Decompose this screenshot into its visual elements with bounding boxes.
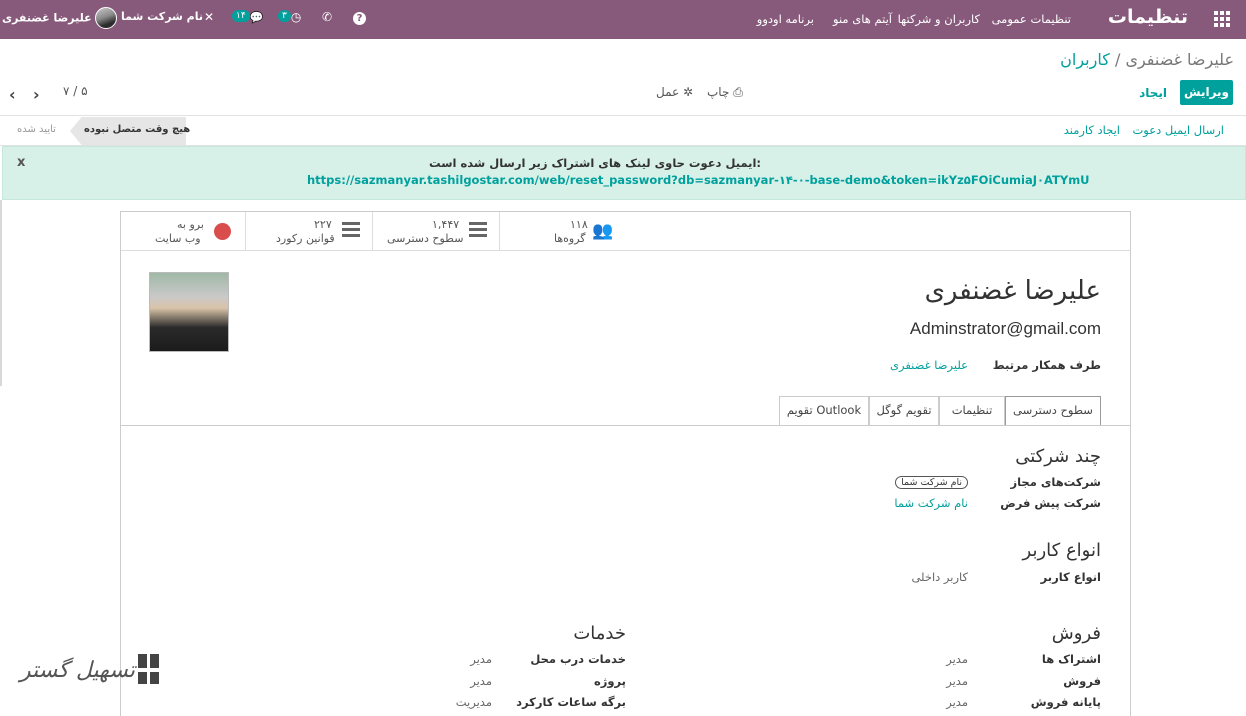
apps-menu-icon[interactable] (1214, 11, 1230, 27)
user-types-title: انواع کاربر (1022, 540, 1101, 561)
alert-title: ایمیل دعوت حاوی لینک های اشتراک زیر ارسا… (429, 156, 761, 170)
sales-value[interactable]: مدیر (946, 674, 968, 688)
menu-users-companies[interactable]: کاربران و شرکتها (898, 12, 980, 26)
project-value[interactable]: مدیر (470, 674, 492, 688)
sales-label: فروش (1063, 674, 1101, 688)
gear-icon: ✲ (683, 85, 694, 99)
related-partner-link[interactable]: علیرضا غضنفری (890, 358, 968, 372)
printer-icon: ⎙ (733, 85, 743, 99)
avatar (95, 7, 118, 29)
default-company-link[interactable]: نام شرکت شما (894, 496, 968, 510)
default-company-label: شرکت پیش فرض (1000, 496, 1101, 510)
user-email-field[interactable]: Adminstrator@gmail.com (910, 319, 1101, 339)
menu-general-settings[interactable]: تنظیمات عمومی (992, 12, 1071, 26)
point-of-sale-label: پایانه فروش (1030, 695, 1101, 709)
record-rules-count: ۲۲۷ (314, 218, 332, 231)
top-navbar: تنظیمات تنظیمات عمومی کاربران و شرکتها آ… (0, 0, 1246, 39)
pager-next-icon[interactable]: › (33, 85, 40, 104)
debug-tools-icon[interactable]: ✕ (204, 10, 214, 24)
pager-previous-icon[interactable]: ‹ (9, 85, 16, 104)
user-menu-name: علیرضا غضنفری (2, 11, 92, 25)
groups-label: گروه‌ها (554, 232, 586, 245)
subscriptions-label: اشتراک ها (1041, 652, 1101, 666)
divider (0, 115, 1246, 116)
edit-button[interactable]: ویرایش (1180, 80, 1233, 105)
action-label: عمل (656, 85, 680, 99)
field-service-label: خدمات درب محل (530, 652, 626, 666)
access-rights-label: سطوح دسترسی (387, 232, 464, 245)
clock-icon: ◷ (290, 10, 302, 24)
allowed-companies-label: شرکت‌های مجاز (1010, 475, 1101, 489)
menu-menu-items[interactable]: آیتم های منو (833, 12, 892, 26)
website-label: وب سایت (155, 232, 201, 245)
create-button[interactable]: ایجاد (1139, 86, 1167, 100)
close-alert-button[interactable]: x (17, 155, 25, 170)
record-rules-smart-button[interactable]: ۲۲۷ قوانین رکورد (245, 212, 372, 250)
website-smart-button[interactable]: برو به وب سایت (121, 212, 245, 250)
help-icon: ? (353, 12, 366, 25)
tab-divider (121, 425, 1130, 426)
user-types-label: انواع کاربر (1040, 570, 1101, 584)
services-section-title: خدمات (573, 623, 626, 644)
menu-odoo-app[interactable]: برنامه اودوو (757, 12, 814, 26)
scroll-edge (0, 200, 2, 386)
watermark-mark-icon (138, 648, 168, 692)
project-label: پروژه (593, 674, 626, 688)
user-name-field[interactable]: علیرضا غضنفری (925, 276, 1101, 306)
breadcrumb-separator: / (1114, 50, 1121, 69)
app-title[interactable]: تنظیمات (1108, 6, 1188, 28)
activities-button[interactable]: ۳ ◷ (278, 10, 301, 24)
record-rules-label: قوانین رکورد (276, 232, 335, 245)
tab-preferences[interactable]: تنظیمات (939, 396, 1005, 425)
invite-alert: ایمیل دعوت حاوی لینک های اشتراک زیر ارسا… (2, 146, 1246, 200)
groups-count: ۱۱۸ (570, 218, 588, 231)
print-button[interactable]: چاپ ⎙ (707, 85, 743, 100)
status-confirmed: تایید شده (17, 124, 56, 135)
timesheets-value[interactable]: مدیریت (456, 695, 492, 709)
user-menu[interactable]: علیرضا غضنفری (2, 7, 118, 29)
action-button[interactable]: عمل ✲ (656, 85, 693, 99)
globe-icon (214, 223, 234, 241)
smart-button-box: 👥 ۱۱۸ گروه‌ها ۱,۴۴۷ سطوح دسترسی ۲۲۷ قوان… (121, 212, 1130, 251)
messages-button[interactable]: ۱۴ 💬 (232, 10, 263, 24)
allowed-company-tag[interactable]: نام شرکت شما (895, 476, 968, 489)
tab-outlook-calendar[interactable]: تقویم Outlook (779, 396, 869, 425)
chat-icon: 💬 (249, 11, 264, 24)
list-icon (342, 222, 362, 240)
sales-section-title: فروش (1051, 623, 1101, 644)
tab-google-calendar[interactable]: تقویم گوگل (869, 396, 939, 425)
tab-access-rights[interactable]: سطوح دسترسی (1005, 396, 1101, 426)
phone-icon[interactable]: ✆ (322, 10, 332, 24)
watermark-text: تسهیل گستر (20, 658, 136, 683)
timesheets-label: برگه ساعات کارکرد (516, 695, 626, 709)
reset-password-link[interactable]: https://sazmanyar.tashilgostar.com/web/r… (307, 173, 1090, 187)
pager-value[interactable]: ۷ / ۵ (63, 84, 88, 98)
create-employee-button[interactable]: ایجاد کارمند (1064, 123, 1120, 137)
form-sheet: 👥 ۱۱۸ گروه‌ها ۱,۴۴۷ سطوح دسترسی ۲۲۷ قوان… (120, 211, 1131, 716)
breadcrumb-current: علیرضا غضنفری (1125, 50, 1234, 69)
access-rights-count: ۱,۴۴۷ (432, 218, 460, 231)
send-invite-button[interactable]: ارسال ایمیل دعوت (1132, 123, 1224, 137)
multi-company-title: چند شرکتی (1015, 446, 1101, 467)
print-label: چاپ (707, 85, 730, 99)
website-go-to: برو به (177, 218, 204, 231)
help-button[interactable]: ? (353, 10, 366, 25)
related-partner-label: طرف همکار مرتبط (992, 358, 1101, 372)
users-icon: 👥 (592, 221, 614, 241)
list-icon (469, 222, 489, 240)
company-switcher[interactable]: نام شرکت شما (121, 10, 203, 23)
field-service-value[interactable]: مدیر (470, 652, 492, 666)
watermark-logo: تسهیل گستر (20, 646, 166, 694)
access-rights-smart-button[interactable]: ۱,۴۴۷ سطوح دسترسی (372, 212, 499, 250)
activities-count-badge: ۳ (278, 10, 291, 22)
status-never-connected: هیچ وقت متصل نبوده (84, 124, 191, 135)
breadcrumb-users-link[interactable]: کاربران (1060, 50, 1110, 69)
user-photo[interactable] (149, 272, 229, 352)
groups-smart-button[interactable]: 👥 ۱۱۸ گروه‌ها (499, 212, 626, 250)
breadcrumb: علیرضا غضنفری / کاربران (1060, 50, 1234, 69)
user-types-value[interactable]: کاربر داخلی (911, 570, 968, 584)
messages-count-badge: ۱۴ (232, 10, 250, 22)
subscriptions-value[interactable]: مدیر (946, 652, 968, 666)
point-of-sale-value[interactable]: مدیر (946, 695, 968, 709)
